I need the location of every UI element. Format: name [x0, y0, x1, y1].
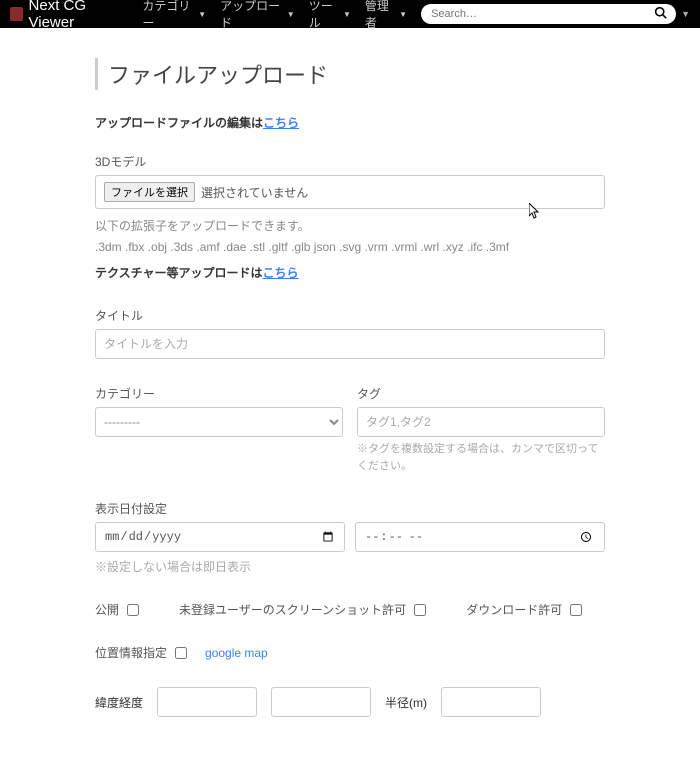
chevron-down-icon: ▼ — [287, 10, 295, 19]
texture-line: テクスチャー等アップロードはこちら — [95, 264, 605, 281]
search-input[interactable] — [421, 4, 676, 24]
chevron-down-icon: ▼ — [198, 10, 206, 19]
intro-text: アップロードファイルの編集はこちら — [95, 114, 605, 131]
datetime-section: 表示日付設定 ※設定しない場合は即日表示 — [95, 500, 605, 575]
screenshot-checkbox[interactable] — [414, 604, 426, 616]
file-status: 選択されていません — [201, 184, 308, 201]
download-label: ダウンロード許可 — [466, 601, 562, 618]
model-label: 3Dモデル — [95, 153, 605, 170]
search-icon — [654, 6, 667, 19]
time-input[interactable] — [355, 522, 605, 552]
location-row: 位置情報指定 google map — [95, 644, 605, 661]
download-checkbox[interactable] — [570, 604, 582, 616]
brand[interactable]: Next CG Viewer — [10, 0, 124, 31]
page-title: ファイルアップロード — [95, 58, 605, 90]
user-menu[interactable]: ▼ — [681, 9, 690, 19]
title-section: タイトル — [95, 307, 605, 359]
file-choose-button[interactable]: ファイルを選択 — [104, 182, 195, 202]
category-select[interactable]: --------- — [95, 407, 343, 437]
ext-hint: 以下の拡張子をアップロードできます。 — [95, 217, 605, 234]
category-label: カテゴリー — [95, 385, 343, 402]
radius-input[interactable] — [441, 687, 541, 717]
tag-input[interactable] — [357, 407, 605, 437]
lng-input[interactable] — [271, 687, 371, 717]
location-label: 位置情報指定 — [95, 644, 167, 661]
main-content: ファイルアップロード アップロードファイルの編集はこちら 3Dモデル ファイルを… — [85, 28, 615, 757]
tag-hint: ※タグを複数設定する場合は、カンマで区切ってください。 — [357, 441, 605, 474]
location-checkbox[interactable] — [175, 647, 187, 659]
brand-text: Next CG Viewer — [29, 0, 125, 31]
nav-category[interactable]: カテゴリー▼ — [142, 0, 206, 31]
google-map-link[interactable]: google map — [205, 646, 268, 660]
datetime-label: 表示日付設定 — [95, 500, 605, 517]
file-input-box[interactable]: ファイルを選択 選択されていません — [95, 175, 605, 209]
search-button[interactable] — [654, 6, 667, 22]
publish-checkbox[interactable] — [127, 604, 139, 616]
coord-row: 緯度経度 半径(m) — [95, 687, 605, 717]
ext-list: .3dm .fbx .obj .3ds .amf .dae .stl .gltf… — [95, 240, 605, 254]
download-check[interactable]: ダウンロード許可 — [466, 601, 582, 618]
title-label: タイトル — [95, 307, 605, 324]
latlng-label: 緯度経度 — [95, 694, 143, 711]
datetime-hint: ※設定しない場合は即日表示 — [95, 558, 605, 575]
radius-label: 半径(m) — [385, 694, 427, 711]
nav-tools[interactable]: ツール▼ — [309, 0, 351, 31]
chevron-down-icon: ▼ — [399, 10, 407, 19]
publish-label: 公開 — [95, 601, 119, 618]
category-col: カテゴリー --------- — [95, 385, 343, 474]
edit-link[interactable]: こちら — [263, 116, 299, 130]
screenshot-check[interactable]: 未登録ユーザーのスクリーンショット許可 — [179, 601, 426, 618]
checkbox-row: 公開 未登録ユーザーのスクリーンショット許可 ダウンロード許可 — [95, 601, 605, 618]
navbar: Next CG Viewer カテゴリー▼ アップロード▼ ツール▼ 管理者▼ … — [0, 0, 700, 28]
location-check[interactable]: 位置情報指定 — [95, 644, 187, 661]
nav-upload[interactable]: アップロード▼ — [220, 0, 295, 31]
texture-link[interactable]: こちら — [263, 266, 299, 280]
lat-input[interactable] — [157, 687, 257, 717]
nav-admin[interactable]: 管理者▼ — [365, 0, 407, 31]
cat-tag-row: カテゴリー --------- タグ ※タグを複数設定する場合は、カンマで区切っ… — [95, 385, 605, 474]
brand-logo-icon — [10, 7, 23, 21]
chevron-down-icon: ▼ — [343, 10, 351, 19]
tag-label: タグ — [357, 385, 605, 402]
date-input[interactable] — [95, 522, 345, 552]
search-wrap: ▼ — [421, 4, 690, 24]
model-section: 3Dモデル ファイルを選択 選択されていません 以下の拡張子をアップロードできま… — [95, 153, 605, 281]
tag-col: タグ ※タグを複数設定する場合は、カンマで区切ってください。 — [357, 385, 605, 474]
publish-check[interactable]: 公開 — [95, 601, 139, 618]
title-input[interactable] — [95, 329, 605, 359]
screenshot-label: 未登録ユーザーのスクリーンショット許可 — [179, 601, 406, 618]
